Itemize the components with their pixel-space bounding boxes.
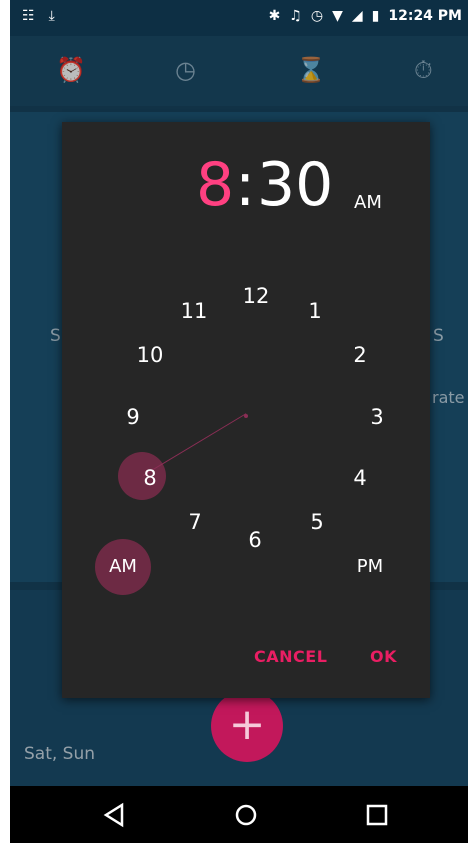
- clock-number-4[interactable]: 4: [338, 456, 382, 500]
- recents-icon[interactable]: [362, 800, 392, 830]
- battery-icon: ▮: [371, 8, 380, 24]
- clock-number-9[interactable]: 9: [111, 395, 155, 439]
- home-icon[interactable]: [231, 800, 261, 830]
- status-time: 12:24 PM: [388, 8, 462, 24]
- phone-screen: ☷ ⤓ ✱ ♫ ◷ ▼ ◢ ▮ 12:24 PM ⏰ ◷ ⌛ ⏱ S S rat…: [10, 0, 468, 843]
- ok-button[interactable]: OK: [370, 647, 397, 666]
- headset-icon: ♫: [289, 8, 302, 24]
- notification-icon: ☷: [22, 8, 35, 24]
- cancel-button[interactable]: CANCEL: [254, 647, 327, 666]
- clock-number-6[interactable]: 6: [233, 518, 277, 562]
- clock-number-5[interactable]: 5: [295, 500, 339, 544]
- signal-icon: ◢: [351, 8, 363, 24]
- pm-button[interactable]: PM: [342, 539, 398, 595]
- time-picker-dialog: 8 : 30 AM 12 1 2 3 4 5 6 7 8 9 10 11 AM …: [62, 122, 430, 698]
- clock-number-11[interactable]: 11: [172, 289, 216, 333]
- wifi-icon: ▼: [332, 8, 343, 24]
- alarm-status-icon: ◷: [310, 8, 324, 24]
- download-icon: ⤓: [48, 8, 55, 24]
- clock-face[interactable]: 12 1 2 3 4 5 6 7 8 9 10 11: [62, 122, 430, 698]
- clock-number-8[interactable]: 8: [128, 456, 172, 500]
- clock-number-2[interactable]: 2: [338, 333, 382, 377]
- clock-number-7[interactable]: 7: [173, 500, 217, 544]
- am-button[interactable]: AM: [95, 539, 151, 595]
- clock-number-3[interactable]: 3: [355, 395, 399, 439]
- clock-center: [244, 414, 248, 418]
- clock-number-1[interactable]: 1: [293, 289, 337, 333]
- bluetooth-icon: ✱: [268, 8, 281, 24]
- back-icon[interactable]: [100, 800, 130, 830]
- clock-number-12[interactable]: 12: [234, 274, 278, 318]
- clock-number-10[interactable]: 10: [128, 333, 172, 377]
- add-alarm-button[interactable]: +: [211, 690, 283, 762]
- status-bar: ☷ ⤓ ✱ ♫ ◷ ▼ ◢ ▮ 12:24 PM: [10, 0, 468, 36]
- navigation-bar: [10, 786, 468, 843]
